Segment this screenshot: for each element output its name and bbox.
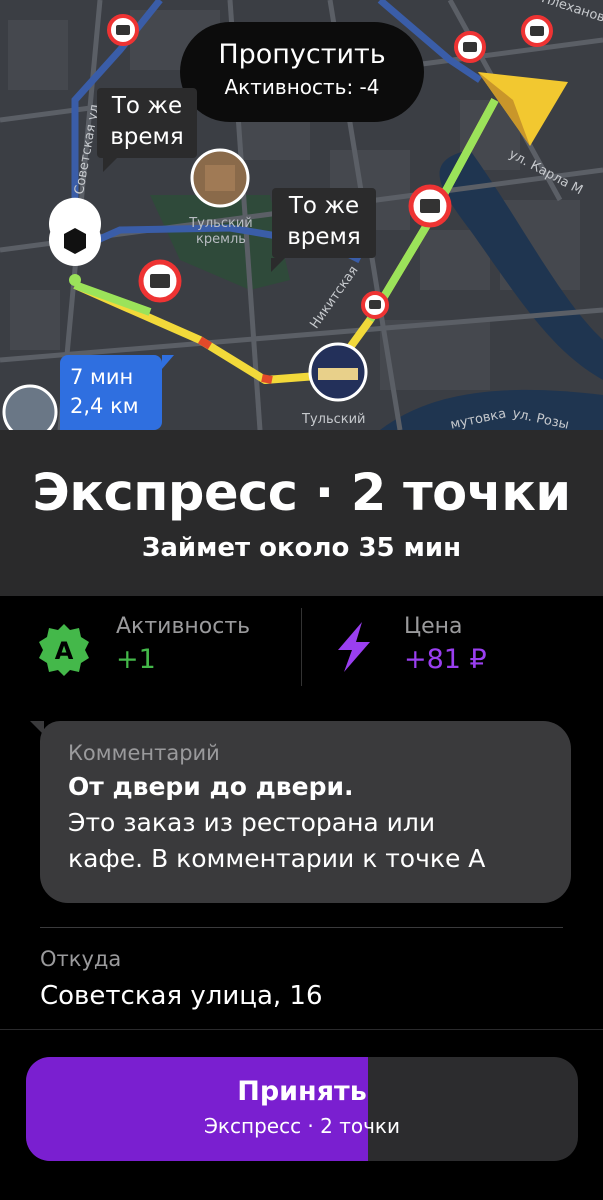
speed-camera-icon <box>107 14 139 46</box>
price-stat: Цена +81 ₽ <box>404 612 487 678</box>
comment-title: От двери до двери. <box>68 772 354 801</box>
order-title: Экспресс · 2 точки <box>32 464 571 523</box>
eta-distance: 2,4 км <box>70 394 139 418</box>
monument-poi-icon <box>2 384 58 430</box>
price-value: +81 ₽ <box>404 644 487 675</box>
svg-text:A: A <box>55 637 74 665</box>
kremlin-poi-icon <box>190 148 250 208</box>
accept-label: Принять <box>237 1076 367 1107</box>
speed-camera-icon <box>454 31 486 63</box>
skip-label: Пропустить <box>218 39 386 70</box>
activity-label: Активность <box>116 614 251 639</box>
activity-value: +1 <box>116 644 156 675</box>
order-header: Экспресс · 2 точки Займет около 35 мин <box>0 430 603 596</box>
eta-time: 7 мин <box>70 365 134 389</box>
comment-label: Комментарий <box>68 741 220 765</box>
speed-camera-icon <box>521 15 553 47</box>
comment-card: Комментарий От двери до двери. Это заказ… <box>30 721 571 903</box>
from-label: Откуда <box>40 947 122 971</box>
accept-button[interactable]: Принять Экспресс · 2 точки <box>26 1057 578 1161</box>
navigation-arrow-icon <box>478 72 568 146</box>
skip-activity-penalty: Активность: -4 <box>224 75 380 99</box>
pickup-address: Откуда Советская улица, 16 <box>40 944 323 1016</box>
same-time-bubble: То же время <box>97 88 197 172</box>
from-value: Советская улица, 16 <box>40 981 323 1011</box>
road-label-tulskiy: Тульский <box>302 412 366 427</box>
accept-sublabel: Экспресс · 2 точки <box>203 1114 401 1138</box>
order-duration: Займет около 35 мин <box>141 533 462 563</box>
divider <box>40 927 563 928</box>
same-time-bubble: То же время <box>271 188 376 272</box>
eta-badge: 7 мин 2,4 км <box>60 355 174 430</box>
stats-divider <box>301 608 302 686</box>
kremlin-label: Тульский кремль <box>189 216 253 247</box>
map[interactable]: Тульский кремль Советская ул. Никитская … <box>0 0 603 430</box>
divider <box>0 1029 603 1030</box>
skip-button[interactable]: Пропустить Активность: -4 <box>180 22 424 122</box>
lightning-icon <box>338 622 370 672</box>
activity-stat: Активность +1 <box>116 612 250 678</box>
order-stats: A Активность +1 Цена +81 ₽ <box>0 596 603 706</box>
speed-camera-icon <box>361 291 389 319</box>
start-pin-icon <box>48 197 101 286</box>
comment-text: Это заказ из ресторана или кафе. В комме… <box>68 808 486 873</box>
speed-camera-icon <box>408 184 452 228</box>
price-label: Цена <box>404 614 463 639</box>
theatre-poi-icon <box>308 342 368 402</box>
activity-badge-icon: A <box>39 624 89 676</box>
speed-camera-icon <box>138 259 182 303</box>
